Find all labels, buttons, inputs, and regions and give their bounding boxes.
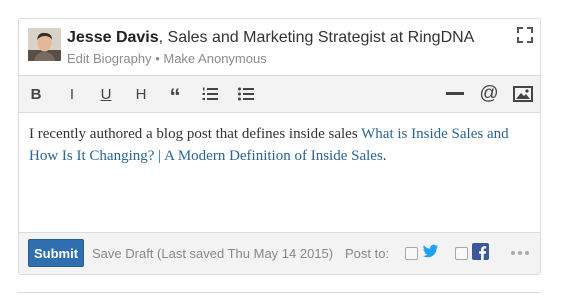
edit-biography-link[interactable]: Edit Biography xyxy=(67,51,152,66)
post-body-trailing: . xyxy=(382,148,387,164)
italic-button[interactable]: I xyxy=(57,76,87,112)
facebook-icon xyxy=(472,243,489,260)
make-anonymous-link[interactable]: Make Anonymous xyxy=(163,51,266,66)
action-separator: • xyxy=(155,51,160,66)
bold-button[interactable]: B xyxy=(21,76,51,112)
image-icon[interactable] xyxy=(508,76,538,112)
facebook-checkbox[interactable] xyxy=(455,247,468,260)
author-name[interactable]: Jesse Davis xyxy=(67,29,159,46)
post-editor-card: Jesse Davis, Sales and Marketing Strateg… xyxy=(18,18,541,275)
heading-button[interactable]: H xyxy=(126,76,156,112)
submit-button[interactable]: Submit xyxy=(28,239,84,267)
editor-footer: Submit Save Draft (Last saved Thu May 14… xyxy=(19,232,540,274)
underline-button[interactable]: U xyxy=(91,76,121,112)
horizontal-rule-icon[interactable] xyxy=(440,76,470,112)
bullet-list-icon[interactable] xyxy=(231,76,261,112)
editor-header: Jesse Davis, Sales and Marketing Strateg… xyxy=(19,19,540,75)
author-line: Jesse Davis, Sales and Marketing Strateg… xyxy=(67,29,474,47)
post-to-label: Post to: xyxy=(345,246,390,261)
post-body-editor[interactable]: I recently authored a blog post that def… xyxy=(29,123,532,167)
avatar xyxy=(28,28,61,61)
more-options-icon[interactable] xyxy=(510,246,530,260)
author-title: , Sales and Marketing Strategist at Ring… xyxy=(158,29,475,46)
post-body-text: I recently authored a blog post that def… xyxy=(29,126,362,142)
quote-button[interactable]: “ xyxy=(160,76,190,112)
twitter-checkbox[interactable] xyxy=(405,247,418,260)
divider xyxy=(18,292,541,293)
save-draft-link[interactable]: Save Draft (Last saved Thu May 14 2015) xyxy=(92,246,333,261)
expand-icon[interactable] xyxy=(515,25,535,45)
mention-button[interactable]: @ xyxy=(474,76,504,112)
formatting-toolbar: B I U H “ @ xyxy=(19,75,540,113)
author-actions: Edit Biography • Make Anonymous xyxy=(67,51,267,66)
numbered-list-icon[interactable] xyxy=(195,76,225,112)
twitter-icon xyxy=(422,243,439,260)
